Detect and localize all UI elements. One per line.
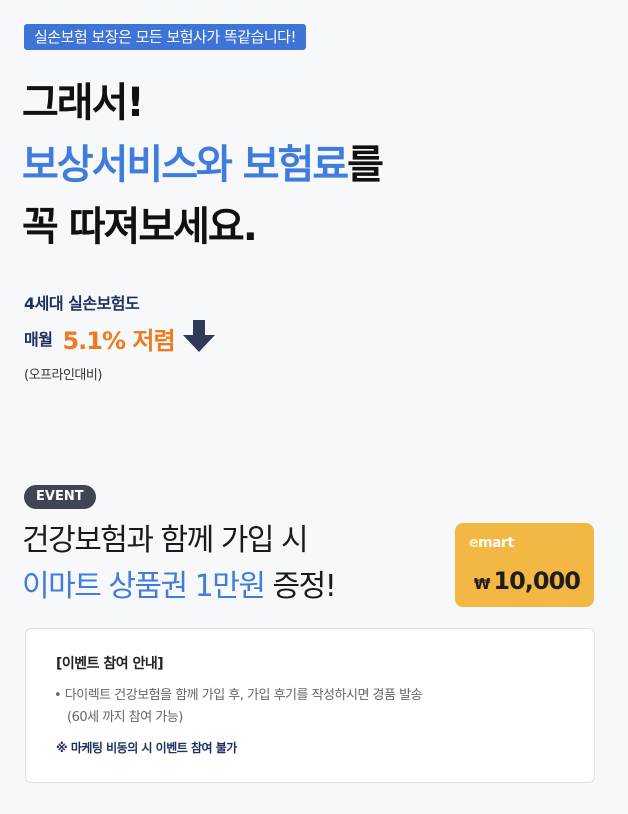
headline-highlight: 보상서비스와 보험료: [22, 142, 349, 188]
stat-monthly-label: 매월: [24, 330, 53, 349]
headline-line-1: 그래서!: [22, 80, 145, 126]
emart-logo: emart: [469, 535, 514, 551]
stat-label: 4세대 실손보험도: [24, 294, 140, 313]
notice-bullet-line-2: (60세 까지 참여 가능): [67, 710, 183, 725]
notice-bullet-line-1: • 다이렉트 건강보험을 함께 가입 후, 가입 후기를 작성하시면 경품 발송: [54, 688, 423, 703]
discount-stat: 4세대 실손보험도 매월 5.1% 저렴 (오프라인대비): [24, 290, 217, 383]
stat-value-row: 매월 5.1% 저렴: [24, 318, 217, 358]
event-title-line-2: 이마트 상품권 1만원 증정!: [22, 564, 337, 610]
notice-warning: ※ 마케팅 비동의 시 이벤트 참여 불가: [56, 741, 237, 755]
headline: 그래서! 보상서비스와 보험료를 꼭 따져보세요.: [22, 72, 384, 258]
notice-bullet: • 다이렉트 건강보험을 함께 가입 후, 가입 후기를 작성하시면 경품 발송…: [54, 685, 423, 729]
arrow-down-icon: [181, 318, 217, 358]
event-title-line-1: 건강보험과 함께 가입 시: [22, 523, 309, 558]
won-icon: ₩: [473, 575, 491, 593]
event-title-highlight: 이마트 상품권 1만원: [22, 569, 266, 604]
stat-percent: 5.1% 저렴: [62, 326, 175, 355]
notice-title: [이벤트 참여 안내]: [56, 656, 164, 672]
headline-line-2: 보상서비스와 보험료를: [22, 134, 384, 196]
headline-line-2-suffix: 를: [347, 142, 384, 188]
event-notice-box: [이벤트 참여 안내] • 다이렉트 건강보험을 함께 가입 후, 가입 후기를…: [25, 628, 595, 783]
event-title-suffix: 증정!: [264, 569, 337, 604]
gift-card-amount: ₩10,000: [473, 567, 581, 595]
emart-gift-card: emart ₩10,000: [455, 523, 594, 607]
info-badge: 실손보험 보장은 모든 보험사가 똑같습니다!: [24, 24, 306, 50]
event-pill: EVENT: [24, 485, 96, 509]
stat-note: (오프라인대비): [24, 368, 102, 383]
event-title: 건강보험과 함께 가입 시 이마트 상품권 1만원 증정!: [22, 518, 337, 610]
headline-line-3: 꼭 따져보세요.: [22, 204, 258, 250]
